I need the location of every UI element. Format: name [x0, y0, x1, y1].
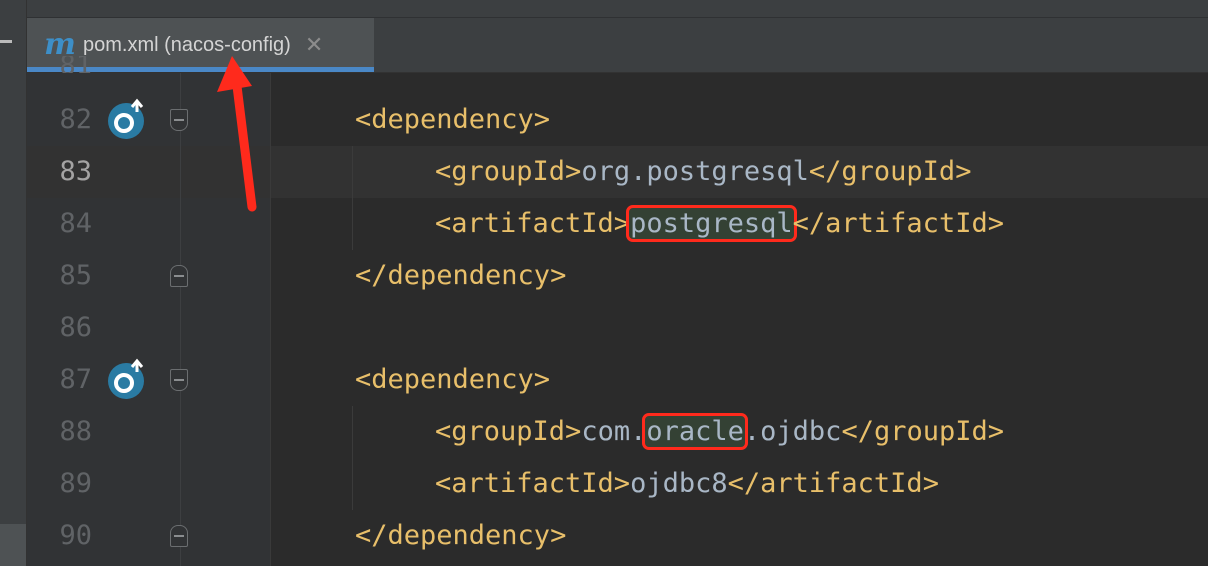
- code-line: 82 <dependency>: [0, 94, 1208, 146]
- xml-value: com.: [581, 416, 647, 447]
- xml-close-tag: </groupId>: [808, 156, 972, 187]
- line-number: 87: [59, 364, 92, 395]
- highlighted-value: oracle: [642, 413, 748, 450]
- code-text: <artifactId>ojdbc8</artifactId>: [435, 458, 939, 510]
- xml-close-tag: </groupId>: [841, 416, 1004, 447]
- xml-value: .ojdbc: [743, 416, 842, 447]
- code-line: 87 <dependency>: [0, 354, 1208, 406]
- highlighted-value: postgresql: [626, 205, 797, 242]
- maven-dependency-icon[interactable]: [107, 98, 149, 140]
- line-number: 82: [59, 104, 92, 135]
- xml-value: ojdbc8: [630, 468, 728, 499]
- fold-icon[interactable]: [170, 265, 188, 287]
- code-line: 89 <artifactId>ojdbc8</artifactId>: [0, 458, 1208, 510]
- code-line: 90 </dependency>: [0, 510, 1208, 562]
- code-text: <artifactId>postgresql</artifactId>: [435, 198, 1004, 250]
- xml-value: org.postgresql: [581, 156, 809, 187]
- code-text: <dependency>: [355, 364, 551, 395]
- code-text: <dependency>: [355, 104, 551, 135]
- code-text: <groupId>com.oracle.ojdbc</groupId>: [435, 406, 1004, 458]
- xml-close-tag: </artifactId>: [792, 208, 1004, 239]
- xml-close-tag: </artifactId>: [727, 468, 939, 499]
- xml-open-tag: <groupId>: [435, 416, 582, 447]
- fold-icon[interactable]: [170, 369, 188, 391]
- line-number: 90: [59, 520, 92, 551]
- xml-open-tag: <artifactId>: [435, 468, 631, 499]
- xml-open-tag: <artifactId>: [435, 208, 631, 239]
- code-line: 88 <groupId>com.oracle.ojdbc</groupId>: [0, 406, 1208, 458]
- code-line: 83 <groupId>org.postgresql</groupId>: [0, 146, 1208, 198]
- line-number: 85: [59, 260, 92, 291]
- line-number: 81: [59, 56, 92, 73]
- code-line: 84 <artifactId>postgresql</artifactId>: [0, 198, 1208, 250]
- fold-icon[interactable]: [170, 525, 188, 547]
- code-line: 86: [0, 302, 1208, 354]
- fold-icon[interactable]: [170, 109, 188, 131]
- code-line: 85 </dependency>: [0, 250, 1208, 302]
- xml-open-tag: <groupId>: [435, 156, 582, 187]
- code-text: </dependency>: [355, 520, 567, 551]
- tab-label: pom.xml (nacos-config): [83, 33, 291, 56]
- strip-minimize-icon[interactable]: [0, 40, 12, 43]
- line-number: 84: [59, 208, 92, 239]
- close-icon[interactable]: ✕: [305, 33, 323, 58]
- tab-bar-top-strip: [27, 0, 1208, 18]
- code-text: </dependency>: [355, 260, 567, 291]
- line-number: 89: [59, 468, 92, 499]
- line-number: 86: [59, 312, 92, 343]
- code-text: <groupId>org.postgresql</groupId>: [435, 146, 971, 198]
- line-number: 83: [59, 156, 92, 187]
- maven-dependency-icon[interactable]: [107, 358, 149, 400]
- line-number: 88: [59, 416, 92, 447]
- editor-tab-bar: m pom.xml (nacos-config) ✕: [27, 0, 1208, 73]
